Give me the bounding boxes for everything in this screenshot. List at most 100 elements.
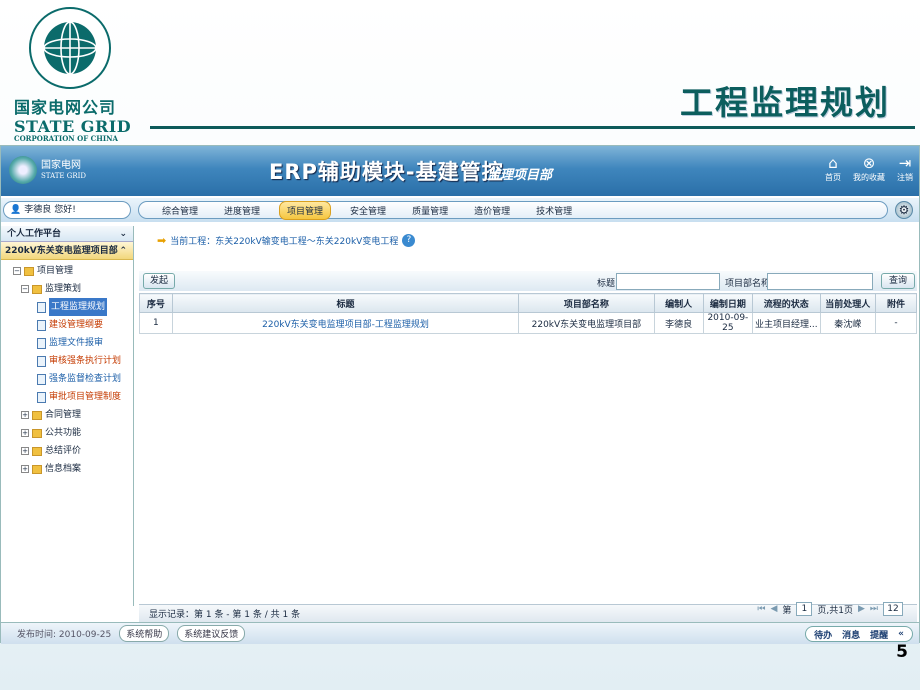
col-author[interactable]: 编制人 xyxy=(653,293,704,313)
cell-handler: 秦沈嵘 xyxy=(819,312,876,334)
favorites-label: 我的收藏 xyxy=(853,173,885,182)
document-icon xyxy=(37,355,46,367)
tree-label: 监理文件报审 xyxy=(49,338,104,348)
logout-label: 注销 xyxy=(897,173,913,182)
document-icon xyxy=(37,301,46,313)
sidebar-header[interactable]: 个人工作平台 ⌄ xyxy=(1,226,133,242)
project-search-input[interactable] xyxy=(767,273,873,290)
expand-toggle-icon[interactable]: + xyxy=(21,411,29,419)
expand-toggle-icon[interactable]: + xyxy=(21,429,29,437)
gear-icon[interactable]: ⚙ xyxy=(895,201,913,219)
tree-leaf-engineering-plan[interactable]: 工程监理规划 xyxy=(1,298,133,316)
help-button[interactable]: 系统帮助 xyxy=(119,625,170,642)
favorites-icon: ⊗ xyxy=(862,154,876,172)
cell-date: 2010-09-25 xyxy=(702,312,753,334)
tree-node-common[interactable]: + 公共功能 xyxy=(1,424,133,442)
collapse-toggle-icon[interactable]: − xyxy=(21,285,29,293)
expand-toggle-icon[interactable]: + xyxy=(21,465,29,473)
toolbar: 发起 标题 项目部名称 查询 xyxy=(139,271,917,291)
menu-item-quality[interactable]: 质量管理 xyxy=(405,202,455,219)
tree-label: 公共功能 xyxy=(45,428,82,438)
menu-item-safety[interactable]: 安全管理 xyxy=(343,202,393,219)
title-divider xyxy=(150,126,915,129)
breadcrumb: ➡ 当前工程：东关220kV输变电工程～东关220kV变电工程 ? xyxy=(157,234,416,247)
col-handler[interactable]: 当前处理人 xyxy=(819,293,876,313)
user-name: 李德良 xyxy=(24,205,52,215)
expand-toggle-icon[interactable]: + xyxy=(21,447,29,455)
app-footer: 发布时间: 2010-09-25 系统帮助 系统建议反馈 待办 消息 提醒 « xyxy=(1,622,919,644)
slide-brand: 国家电网公司 STATE GRID CORPORATION OF CHINA xyxy=(14,94,131,143)
col-status[interactable]: 流程的状态 xyxy=(751,293,821,313)
table-row[interactable]: 1 220kV东关变电监理项目部-工程监理规划 220kV东关变电监理项目部 李… xyxy=(139,312,918,334)
tree-node-contract[interactable]: + 合同管理 xyxy=(1,406,133,424)
prev-page-icon[interactable]: ◀ xyxy=(770,604,777,614)
chevron-up-icon[interactable]: ⌃ xyxy=(119,242,127,259)
cell-index: 1 xyxy=(139,312,173,334)
document-icon xyxy=(37,373,46,385)
document-icon xyxy=(37,391,46,403)
menu-item-technical[interactable]: 技术管理 xyxy=(529,202,579,219)
tree-node-archive[interactable]: + 信息档案 xyxy=(1,460,133,478)
collapse-toggle-icon[interactable]: − xyxy=(13,267,21,275)
tree-label: 合同管理 xyxy=(45,410,82,420)
menu-item-progress[interactable]: 进度管理 xyxy=(217,202,267,219)
brand-sub: CORPORATION OF CHINA xyxy=(14,134,118,143)
slide: 国家电网公司 STATE GRID CORPORATION OF CHINA 工… xyxy=(0,0,920,690)
menu-item-cost[interactable]: 造价管理 xyxy=(467,202,517,219)
state-grid-logo xyxy=(29,7,111,89)
col-project[interactable]: 项目部名称 xyxy=(518,293,655,313)
sidebar-project[interactable]: 220kV东关变电监理项目部 ⌃ xyxy=(1,242,133,260)
col-title[interactable]: 标题 xyxy=(171,293,520,313)
title-search-input[interactable] xyxy=(616,273,720,290)
tree-label: 审批项目管理制度 xyxy=(49,392,122,402)
collapse-left-icon[interactable]: « xyxy=(898,629,904,639)
folder-icon xyxy=(24,266,34,276)
logout-button[interactable]: ⇥ 注销 xyxy=(897,154,913,183)
title-search-label: 标题 xyxy=(597,279,616,289)
tree-leaf-mgmt-system[interactable]: 审批项目管理制度 xyxy=(1,388,133,406)
col-index[interactable]: 序号 xyxy=(139,293,173,313)
favorites-button[interactable]: ⊗ 我的收藏 xyxy=(853,154,885,183)
first-page-icon[interactable]: ⏮ xyxy=(757,604,765,614)
tree-leaf-file-review[interactable]: 监理文件报审 xyxy=(1,334,133,352)
home-button[interactable]: ⌂ 首页 xyxy=(825,154,841,183)
help-icon[interactable]: ? xyxy=(402,234,416,247)
tree-leaf-construction-outline[interactable]: 建设管理纲要 xyxy=(1,316,133,334)
page-input[interactable]: 1 xyxy=(796,602,813,616)
tree-node-evaluation[interactable]: + 总结评价 xyxy=(1,442,133,460)
app-logo-icon xyxy=(9,156,37,184)
records-table: 序号 标题 项目部名称 编制人 编制日期 流程的状态 当前处理人 附件 1 22… xyxy=(139,293,918,334)
sidebar: 个人工作平台 ⌄ 220kV东关变电监理项目部 ⌃ − 项目管理 − 监理策划 工程监理… xyxy=(1,226,134,606)
messages-link[interactable]: 消息 xyxy=(842,628,860,641)
menu-item-comprehensive[interactable]: 综合管理 xyxy=(155,202,205,219)
page-size-input[interactable]: 12 xyxy=(883,602,903,616)
header-actions: ⌂ 首页 ⊗ 我的收藏 ⇥ 注销 xyxy=(825,154,913,183)
search-button[interactable]: 查询 xyxy=(881,273,915,289)
last-page-icon[interactable]: ⏭ xyxy=(870,604,878,614)
new-button[interactable]: 发起 xyxy=(143,273,175,289)
tree-label: 审核强条执行计划 xyxy=(49,356,122,366)
feedback-button[interactable]: 系统建议反馈 xyxy=(177,625,246,642)
tree-node-supervision-plan[interactable]: − 监理策划 xyxy=(1,280,133,298)
document-icon xyxy=(37,319,46,331)
reminders-link[interactable]: 提醒 xyxy=(870,628,888,641)
tree-label: 项目管理 xyxy=(37,266,74,276)
menu-item-project[interactable]: 项目管理 xyxy=(279,200,332,220)
tree-leaf-standard-exec-plan[interactable]: 审核强条执行计划 xyxy=(1,352,133,370)
tree-node-project-mgmt[interactable]: − 项目管理 xyxy=(1,262,133,280)
app-subtitle: 监理项目部 xyxy=(487,168,553,183)
col-date[interactable]: 编制日期 xyxy=(702,293,753,313)
table-header-row: 序号 标题 项目部名称 编制人 编制日期 流程的状态 当前处理人 附件 xyxy=(139,293,918,313)
page-suffix: 页,共1页 xyxy=(817,605,853,616)
tree-leaf-standard-inspection[interactable]: 强条监督检查计划 xyxy=(1,370,133,388)
folder-icon xyxy=(32,410,42,420)
cell-author: 李德良 xyxy=(653,312,704,334)
next-page-icon[interactable]: ▶ xyxy=(858,604,865,614)
collapse-icon[interactable]: ⌄ xyxy=(119,226,127,241)
cell-title-link[interactable]: 220kV东关变电监理项目部-工程监理规划 xyxy=(171,312,520,334)
project-search-label: 项目部名称 xyxy=(725,279,771,289)
tree-label: 信息档案 xyxy=(45,464,82,474)
col-attachment[interactable]: 附件 xyxy=(874,293,918,313)
todo-link[interactable]: 待办 xyxy=(814,628,832,641)
user-greeting: 👤 李德良 您好! xyxy=(3,201,131,219)
